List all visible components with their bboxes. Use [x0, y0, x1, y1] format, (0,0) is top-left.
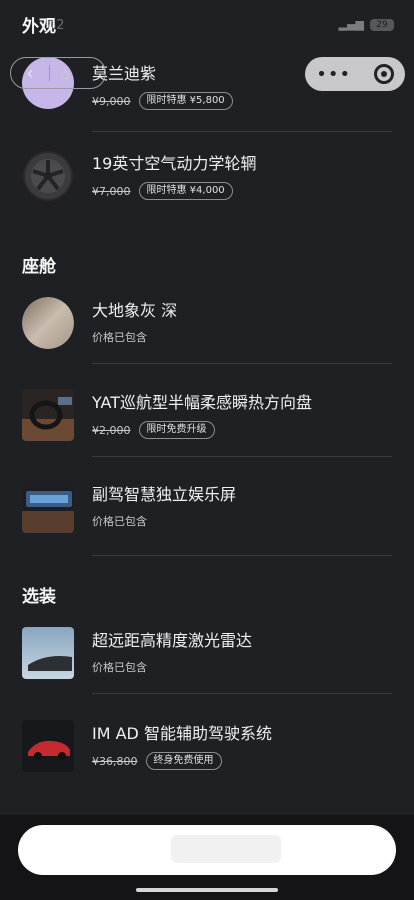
item-name: YAT巡航型半幅柔感瞬热方向盘 [92, 393, 313, 412]
list-item[interactable]: 超远距高精度激光雷达 价格已包含 [22, 627, 392, 687]
price-included-text: 价格已包含 [92, 661, 147, 674]
list-item[interactable]: 大地象灰 深 价格已包含 [22, 297, 392, 357]
more-icon[interactable]: ••• [316, 64, 351, 85]
item-price-row: ¥7,000 限时特惠 ¥4,000 [92, 182, 233, 200]
list-item[interactable]: YAT巡航型半幅柔感瞬热方向盘 ¥2,000 限时免费升级 [22, 389, 392, 449]
wheel-thumbnail [22, 150, 74, 202]
battery-icon: 29 [370, 18, 394, 31]
promo-tag: 限时特惠 ¥5,800 [138, 92, 233, 110]
price-included-text: 价格已包含 [92, 331, 147, 344]
item-name: 副驾智慧独立娱乐屏 [92, 485, 237, 504]
original-price: ¥9,000 [92, 94, 131, 108]
home-icon[interactable]: ⌂ [50, 64, 80, 83]
section-title-exterior: 外观 [22, 17, 56, 37]
promo-tag: 限时特惠 ¥4,000 [138, 182, 233, 200]
list-item[interactable]: IM AD 智能辅助驾驶系统 ¥36,800 终身免费使用 [22, 720, 392, 780]
divider [92, 555, 392, 556]
divider [92, 693, 392, 694]
item-name: 大地象灰 深 [92, 301, 178, 320]
divider [92, 131, 392, 132]
item-price-row: ¥2,000 限时免费升级 [92, 421, 215, 439]
divider [92, 363, 392, 364]
item-price-row: ¥9,000 限时特惠 ¥5,800 [92, 92, 233, 110]
section-title-options: 选装 [22, 587, 56, 607]
original-price: ¥7,000 [92, 184, 131, 198]
item-name: IM AD 智能辅助驾驶系统 [92, 724, 272, 743]
steering-wheel-thumbnail [22, 389, 74, 441]
original-price: ¥36,800 [92, 754, 138, 768]
promo-tag: 限时免费升级 [138, 421, 215, 439]
item-note: 价格已包含 [92, 659, 147, 675]
interior-color-thumbnail [22, 297, 74, 349]
passenger-screen-thumbnail [22, 481, 74, 533]
home-indicator [136, 888, 278, 892]
back-icon[interactable]: ‹ [11, 63, 49, 84]
nav-pill: ‹ ⌂ [10, 57, 106, 89]
item-name: 19英寸空气动力学轮辋 [92, 154, 257, 173]
list-item[interactable]: 19英寸空气动力学轮辋 ¥7,000 限时特惠 ¥4,000 [22, 150, 392, 210]
mini-program-capsule: ••• [305, 57, 405, 91]
item-price-row: ¥36,800 终身免费使用 [92, 752, 222, 770]
item-note: 价格已包含 [92, 329, 147, 345]
section-title-cabin: 座舱 [22, 257, 56, 277]
bottom-action-button[interactable] [18, 825, 396, 875]
price-included-text: 价格已包含 [92, 515, 147, 528]
promo-tag: 终身免费使用 [145, 752, 222, 770]
list-item[interactable]: 副驾智慧独立娱乐屏 价格已包含 [22, 481, 392, 541]
button-label-area [171, 835, 281, 863]
close-icon[interactable] [373, 64, 394, 84]
divider [92, 456, 392, 457]
signal-icon: ▂▄▆ [338, 18, 364, 31]
item-note: 价格已包含 [92, 513, 147, 529]
item-name: 超远距高精度激光雷达 [92, 631, 253, 650]
im-ad-thumbnail [22, 720, 74, 772]
status-indicators: ▂▄▆ 29 [339, 18, 394, 31]
original-price: ¥2,000 [92, 423, 131, 437]
lidar-thumbnail [22, 627, 74, 679]
